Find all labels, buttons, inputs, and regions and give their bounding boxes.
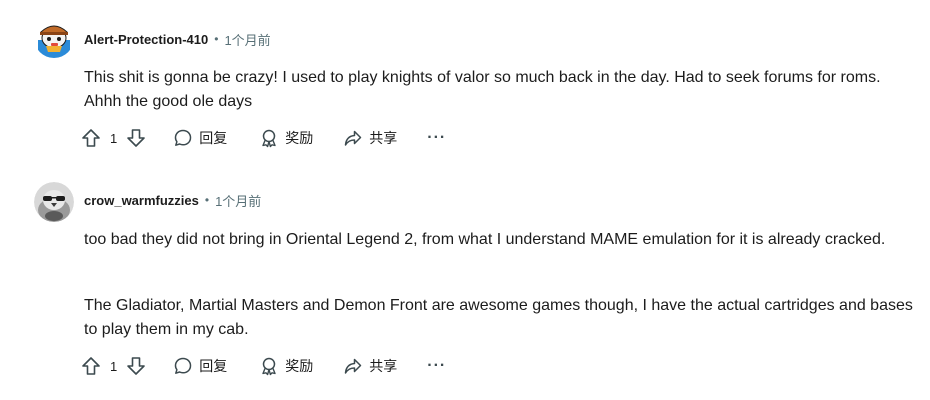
crow-avatar-icon xyxy=(34,182,74,222)
comment-body: This shit is gonna be crazy! I used to p… xyxy=(84,66,914,114)
downvote-button[interactable] xyxy=(125,124,147,152)
downvote-arrow-icon xyxy=(127,129,146,147)
ellipsis-icon: ··· xyxy=(427,129,447,146)
comment-body: The Gladiator, Martial Masters and Demon… xyxy=(84,294,914,342)
reply-label: 回复 xyxy=(199,130,228,146)
award-button[interactable]: 奖励 xyxy=(259,352,313,380)
share-label: 共享 xyxy=(369,358,398,374)
comment-paragraph: This shit is gonna be crazy! I used to p… xyxy=(84,69,881,110)
downvote-arrow-icon xyxy=(127,357,146,375)
share-arrow-icon xyxy=(344,130,362,146)
speech-bubble-icon xyxy=(174,129,192,146)
avatar[interactable] xyxy=(34,182,74,222)
award-ribbon-icon xyxy=(262,129,276,148)
author-name[interactable]: crow_warmfuzzies xyxy=(84,193,199,208)
award-label: 奖励 xyxy=(285,130,314,146)
avatar[interactable] xyxy=(34,18,74,58)
upvote-arrow-icon xyxy=(82,129,100,147)
award-ribbon-icon xyxy=(262,357,276,376)
share-button[interactable]: 共享 xyxy=(343,124,397,152)
award-button[interactable]: 奖励 xyxy=(259,124,313,152)
comment-meta: Alert-Protection-410 • 1个月前 xyxy=(84,29,271,49)
comment-actions: 1 回复 奖励 共享 ··· xyxy=(80,124,446,152)
more-options-button[interactable]: ··· xyxy=(427,352,446,380)
speech-bubble-icon xyxy=(174,357,192,374)
more-options-button[interactable]: ··· xyxy=(427,124,446,152)
upvote-button[interactable] xyxy=(80,352,102,380)
comment-paragraph: too bad they did not bring in Oriental L… xyxy=(84,231,886,248)
meta-separator: • xyxy=(204,193,210,207)
author-name[interactable]: Alert-Protection-410 xyxy=(84,32,208,47)
comment-meta: crow_warmfuzzies • 1个月前 xyxy=(84,190,261,210)
comment-paragraph: The Gladiator, Martial Masters and Demon… xyxy=(84,297,913,338)
share-arrow-icon xyxy=(344,358,362,374)
reply-label: 回复 xyxy=(199,358,228,374)
vote-count: 1 xyxy=(110,358,118,374)
meta-separator: • xyxy=(214,32,219,46)
downvote-button[interactable] xyxy=(125,352,147,380)
share-label: 共享 xyxy=(369,130,398,146)
comment-body: too bad they did not bring in Oriental L… xyxy=(84,228,914,252)
share-button[interactable]: 共享 xyxy=(343,352,397,380)
upvote-arrow-icon xyxy=(82,357,100,375)
vote-count: 1 xyxy=(110,130,118,146)
reply-button[interactable]: 回复 xyxy=(173,124,227,152)
ellipsis-icon: ··· xyxy=(427,357,447,374)
comment-actions: 1 回复 奖励 共享 ··· xyxy=(80,352,446,380)
upvote-button[interactable] xyxy=(80,124,102,152)
timestamp[interactable]: 1个月前 xyxy=(224,30,270,49)
snoo-avatar-icon xyxy=(34,18,74,58)
timestamp[interactable]: 1个月前 xyxy=(215,191,261,210)
award-label: 奖励 xyxy=(285,358,314,374)
reply-button[interactable]: 回复 xyxy=(173,352,227,380)
